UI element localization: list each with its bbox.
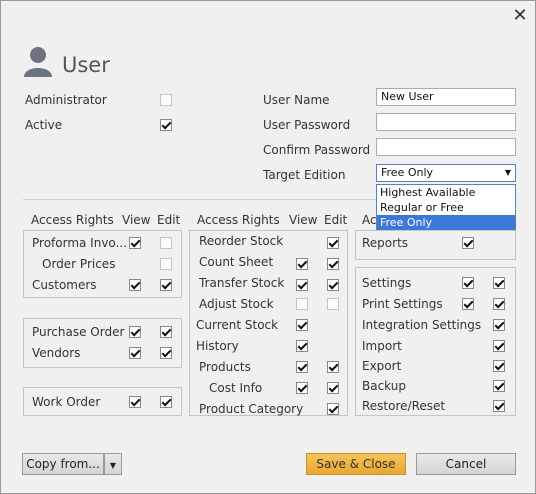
col2-access-rights-header: Access Rights [197,213,280,227]
customers-edit-checkbox[interactable] [160,279,172,291]
confirm-password-label: Confirm Password [263,143,371,157]
customers-label: Customers [32,278,97,292]
backup-edit-checkbox[interactable] [493,380,505,392]
user-name-input[interactable]: New User [376,88,516,106]
target-edition-value: Free Only [381,166,434,179]
user-password-label: User Password [263,118,351,132]
close-icon[interactable]: ✕ [509,5,531,27]
col1-view-header: View [122,213,151,227]
order-prices-checkbox[interactable] [160,258,172,270]
products-view-checkbox[interactable] [296,361,308,373]
products-edit-checkbox[interactable] [327,361,339,373]
cost-info-label: Cost Info [209,381,263,395]
order-prices-label: Order Prices [42,257,116,271]
col1-edit-header: Edit [157,213,181,227]
confirm-password-input[interactable] [376,138,516,156]
print-settings-edit-checkbox[interactable] [493,298,505,310]
adjust-stock-edit-checkbox[interactable] [327,298,339,310]
backup-label: Backup [362,379,406,393]
col1-access-rights-header: Access Rights [31,213,114,227]
reports-view-checkbox[interactable] [462,237,474,249]
import-edit-checkbox[interactable] [493,340,505,352]
cost-info-edit-checkbox[interactable] [327,382,339,394]
copy-from-dropdown-button[interactable]: ▼ [104,453,122,475]
transfer-stock-view-checkbox[interactable] [296,279,308,291]
export-label: Export [362,359,402,373]
proforma-invoice-label: Proforma Invo... [32,236,128,250]
target-edition-select[interactable]: Free Only ▼ [376,164,516,182]
transfer-stock-label: Transfer Stock [199,276,285,290]
product-category-label: Product Category [199,402,304,416]
count-sheet-view-checkbox[interactable] [296,258,308,270]
purchase-order-view-checkbox[interactable] [129,326,141,338]
col2-view-header: View [289,213,318,227]
option-highest-available[interactable]: Highest Available [377,185,515,200]
user-dialog: ✕ User Administrator Active User Name Ne… [0,0,536,494]
integration-settings-label: Integration Settings [362,318,482,332]
proforma-invoice-edit-checkbox[interactable] [160,237,172,249]
restore-reset-label: Restore/Reset [362,399,446,413]
integration-settings-edit-checkbox[interactable] [493,319,505,331]
work-order-edit-checkbox[interactable] [160,396,172,408]
current-stock-view-checkbox[interactable] [296,319,308,331]
administrator-label: Administrator [25,93,107,107]
count-sheet-label: Count Sheet [199,255,274,269]
save-close-button[interactable]: Save & Close [306,453,406,475]
work-order-label: Work Order [32,395,101,409]
customers-view-checkbox[interactable] [129,279,141,291]
active-checkbox[interactable] [160,119,172,131]
purchase-order-label: Purchase Order [32,325,125,339]
print-settings-view-checkbox[interactable] [462,298,474,310]
count-sheet-edit-checkbox[interactable] [327,258,339,270]
purchase-order-edit-checkbox[interactable] [160,326,172,338]
history-view-checkbox[interactable] [296,340,308,352]
adjust-stock-view-checkbox[interactable] [296,298,308,310]
export-edit-checkbox[interactable] [493,360,505,372]
product-category-edit-checkbox[interactable] [327,403,339,415]
current-stock-label: Current Stock [196,318,279,332]
option-regular-or-free[interactable]: Regular or Free [377,200,515,215]
import-label: Import [362,339,402,353]
active-label: Active [25,118,63,132]
print-settings-label: Print Settings [362,297,443,311]
work-order-view-checkbox[interactable] [129,396,141,408]
reports-label: Reports [362,236,409,250]
vendors-edit-checkbox[interactable] [160,347,172,359]
reorder-stock-edit-checkbox[interactable] [327,237,339,249]
vendors-label: Vendors [32,346,81,360]
reorder-stock-label: Reorder Stock [199,234,284,248]
chevron-down-icon[interactable]: ▼ [505,165,511,181]
user-avatar-icon [23,45,53,77]
copy-from-button[interactable]: Copy from... [22,453,104,475]
col3-access-rights-header: Ac [362,213,377,227]
user-password-input[interactable] [376,113,516,131]
history-label: History [196,339,239,353]
settings-label: Settings [362,276,412,290]
transfer-stock-edit-checkbox[interactable] [327,279,339,291]
administrator-checkbox[interactable] [160,94,172,106]
chevron-down-icon: ▼ [109,461,117,470]
adjust-stock-label: Adjust Stock [199,297,274,311]
col2-edit-header: Edit [324,213,348,227]
target-edition-label: Target Edition [263,168,346,182]
vendors-view-checkbox[interactable] [129,347,141,359]
products-label: Products [199,360,251,374]
restore-reset-edit-checkbox[interactable] [493,400,505,412]
settings-view-checkbox[interactable] [462,277,474,289]
option-free-only[interactable]: Free Only [377,215,515,230]
proforma-invoice-view-checkbox[interactable] [129,237,141,249]
target-edition-dropdown-list: Highest Available Regular or Free Free O… [376,184,516,230]
settings-edit-checkbox[interactable] [493,277,505,289]
cancel-button[interactable]: Cancel [416,453,516,475]
dialog-title: User [62,53,110,77]
cost-info-view-checkbox[interactable] [296,382,308,394]
user-name-label: User Name [263,93,330,107]
